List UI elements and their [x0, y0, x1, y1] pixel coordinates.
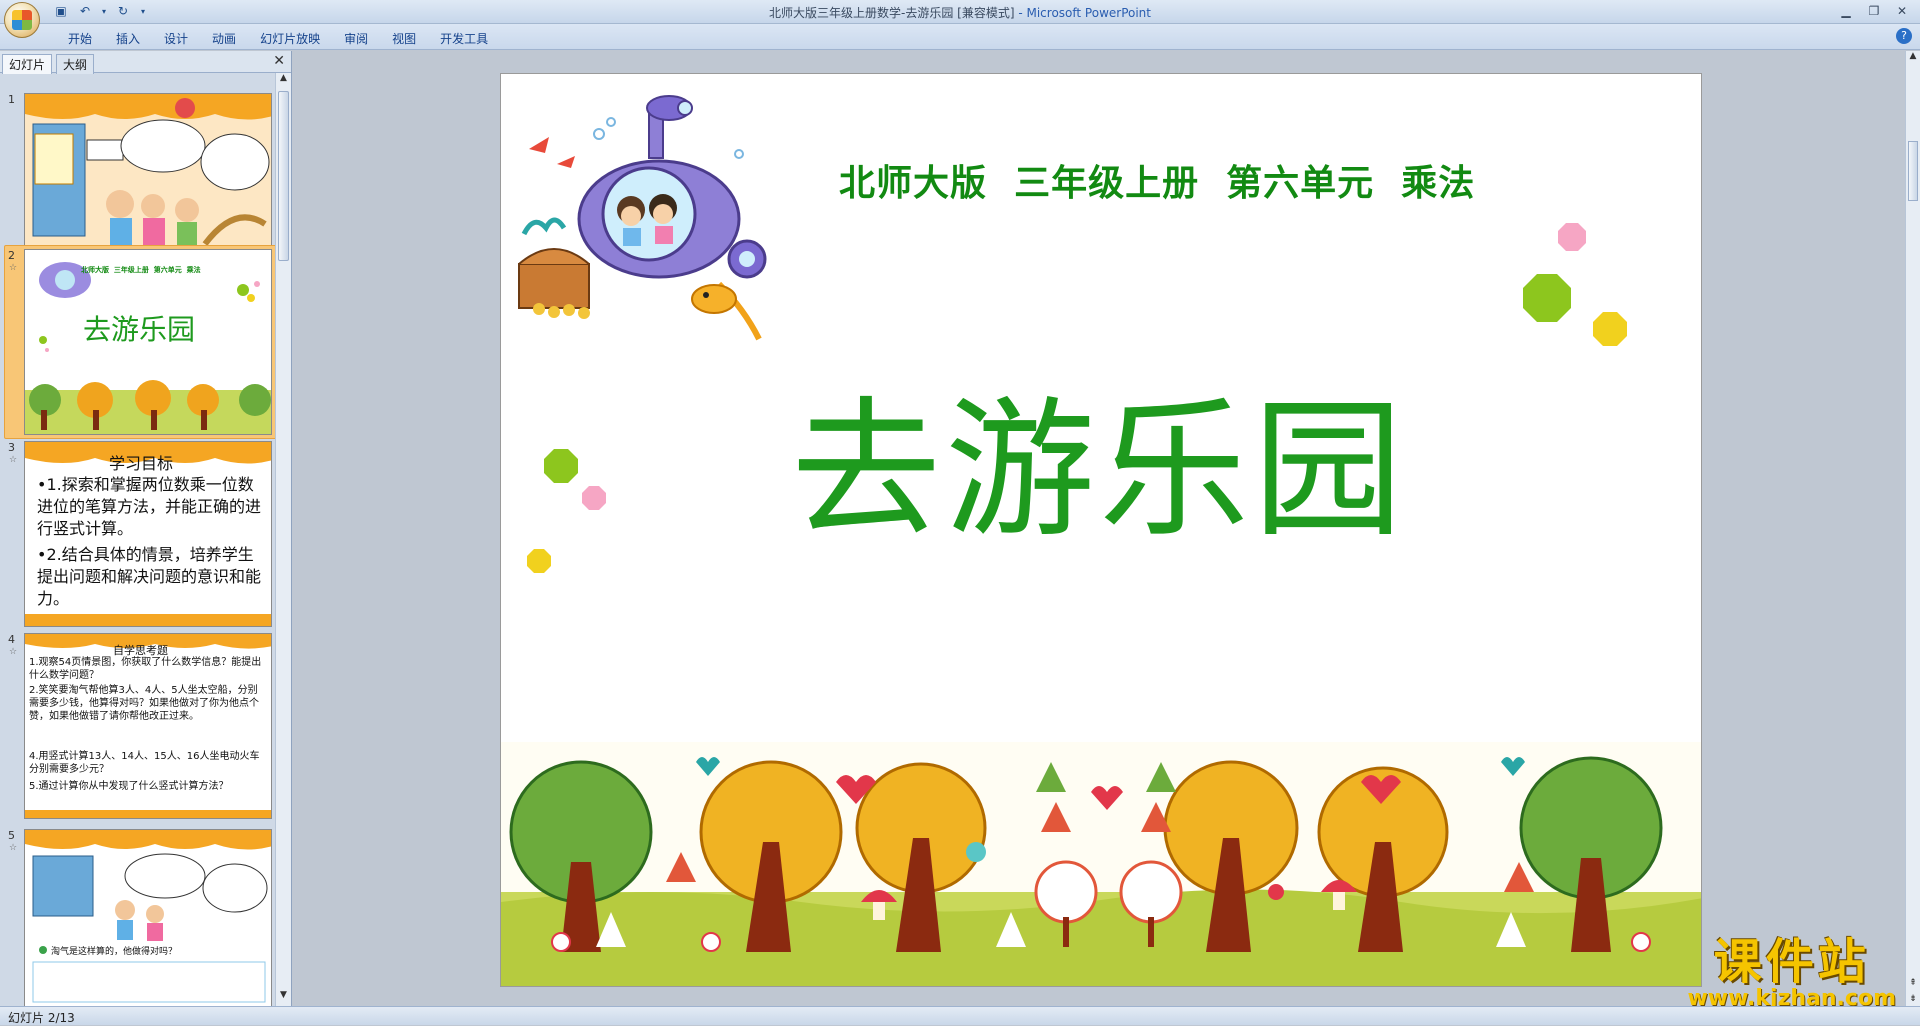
- animation-star-icon: ☆: [9, 263, 17, 273]
- close-icon[interactable]: ✕: [1890, 2, 1914, 20]
- slides-pane: 幻灯片 大纲 ✕ 1: [0, 51, 292, 1006]
- thumb-bullet-1: •1.探索和掌握两位数乘一位数进位的笔算方法，并能正确的进行竖式计算。: [37, 474, 263, 540]
- thumb-caption: 淘气是这样算的，他做得对吗？: [51, 944, 177, 957]
- tab-design[interactable]: 设计: [152, 28, 200, 49]
- forest-illustration: [501, 742, 1702, 986]
- animation-star-icon: ☆: [9, 647, 17, 657]
- title-bar: ▣ ↶ ▾ ↻ ▾ 北师大版三年级上册数学-去游乐园 [兼容模式] - Micr…: [0, 0, 1920, 24]
- thumb-bullet-2: •2.结合具体的情景，培养学生提出问题和解决问题的意识和能力。: [37, 544, 263, 610]
- tab-animations[interactable]: 动画: [200, 28, 248, 49]
- slide-number: 2: [8, 249, 15, 262]
- slide-counter: 幻灯片 2/13: [8, 1009, 75, 1026]
- scrollbar-thumb[interactable]: [278, 91, 289, 261]
- submarine-illustration: [509, 94, 799, 364]
- next-slide-icon[interactable]: ⇟: [1906, 994, 1920, 1004]
- prev-slide-icon[interactable]: ⇞: [1906, 978, 1920, 988]
- status-bar: 幻灯片 2/13: [0, 1006, 1920, 1025]
- slide-number: 1: [8, 93, 15, 106]
- slide-subtitle[interactable]: 北师大版 三年级上册 第六单元 乘法: [839, 154, 1475, 206]
- thumbnail-list: 1: [0, 73, 276, 1006]
- minimize-icon[interactable]: ▁: [1834, 2, 1858, 20]
- thumb-heading: 学习目标: [109, 450, 173, 474]
- office-logo-icon: [12, 10, 32, 30]
- office-button[interactable]: [4, 2, 40, 38]
- tab-view[interactable]: 视图: [380, 28, 428, 49]
- scroll-down-icon[interactable]: ▼: [276, 990, 291, 1006]
- animation-star-icon: ☆: [9, 843, 17, 853]
- document-title: 北师大版三年级上册数学-去游乐园 [兼容模式]: [769, 6, 1015, 20]
- tab-slideshow[interactable]: 幻灯片放映: [248, 28, 332, 49]
- slide-preview: 学习目标 •1.探索和掌握两位数乘一位数进位的笔算方法，并能正确的进行竖式计算。…: [24, 441, 272, 627]
- slide-number: 4: [8, 633, 15, 646]
- tab-developer[interactable]: 开发工具: [428, 28, 500, 49]
- thumb-line-4: 5.通过计算你从中发现了什么竖式计算方法？: [29, 780, 267, 793]
- slide-preview: 淘气是这样算的，他做得对吗？: [24, 829, 272, 1006]
- slide-preview: 北师大版 三年级上册 第六单元 乘法 去游乐园: [24, 249, 272, 435]
- thumbnail-scrollbar[interactable]: ▲ ▼: [275, 73, 291, 1006]
- scroll-up-icon[interactable]: ▲: [276, 73, 291, 89]
- thumb-line-3: 4.用竖式计算13人、14人、15人、16人坐电动火车分别需要多少元？: [29, 750, 267, 776]
- help-icon[interactable]: ?: [1896, 28, 1912, 44]
- animation-star-icon: ☆: [9, 455, 17, 465]
- ribbon-tabs: 开始 插入 设计 动画 幻灯片放映 审阅 视图 开发工具: [56, 28, 500, 49]
- tab-outline[interactable]: 大纲: [56, 54, 94, 74]
- slide-5-preview-art: [25, 830, 272, 1006]
- restore-icon[interactable]: ❐: [1862, 2, 1886, 20]
- scroll-up-icon[interactable]: ▲: [1906, 51, 1920, 61]
- slide-preview: 自学思考题 1.观察54页情景图，你获取了什么数学信息？能提出什么数学问题？ 2…: [24, 633, 272, 819]
- thumb-line-1: 1.观察54页情景图，你获取了什么数学信息？能提出什么数学问题？: [29, 656, 267, 682]
- tab-slides[interactable]: 幻灯片: [2, 54, 52, 74]
- tab-insert[interactable]: 插入: [104, 28, 152, 49]
- tab-home[interactable]: 开始: [56, 28, 104, 49]
- scrollbar-thumb[interactable]: [1908, 141, 1918, 201]
- watermark-brand: 课件站: [1687, 922, 1896, 992]
- watermark-logo: 课件站 www.kjzhan.com: [1687, 922, 1896, 1011]
- tab-review[interactable]: 审阅: [332, 28, 380, 49]
- window-controls: ▁ ❐ ✕: [1834, 2, 1914, 20]
- thumb-subtitle: 北师大版 三年级上册 第六单元 乘法: [81, 265, 201, 275]
- pane-close-icon[interactable]: ✕: [273, 53, 285, 69]
- current-slide[interactable]: 北师大版 三年级上册 第六单元 乘法 去游乐园: [500, 73, 1702, 987]
- thumb-line-2: 2.笑笑要淘气帮他算3人、4人、5人坐太空船，分别需要多少钱，他算得对吗？如果他…: [29, 684, 267, 723]
- app-name: - Microsoft PowerPoint: [1018, 6, 1151, 20]
- slide-title[interactable]: 去游乐园: [791, 349, 1407, 566]
- slide-number: 3: [8, 441, 15, 454]
- ribbon: 开始 插入 设计 动画 幻灯片放映 审阅 视图 开发工具 ?: [0, 24, 1920, 50]
- slide-number: 5: [8, 829, 15, 842]
- editor-scrollbar[interactable]: ▲ ⇞ ⇟: [1905, 51, 1920, 1006]
- thumb-title: 去游乐园: [83, 308, 195, 348]
- pane-tabs: 幻灯片 大纲 ✕: [0, 51, 291, 73]
- window-title: 北师大版三年级上册数学-去游乐园 [兼容模式] - Microsoft Powe…: [0, 4, 1920, 21]
